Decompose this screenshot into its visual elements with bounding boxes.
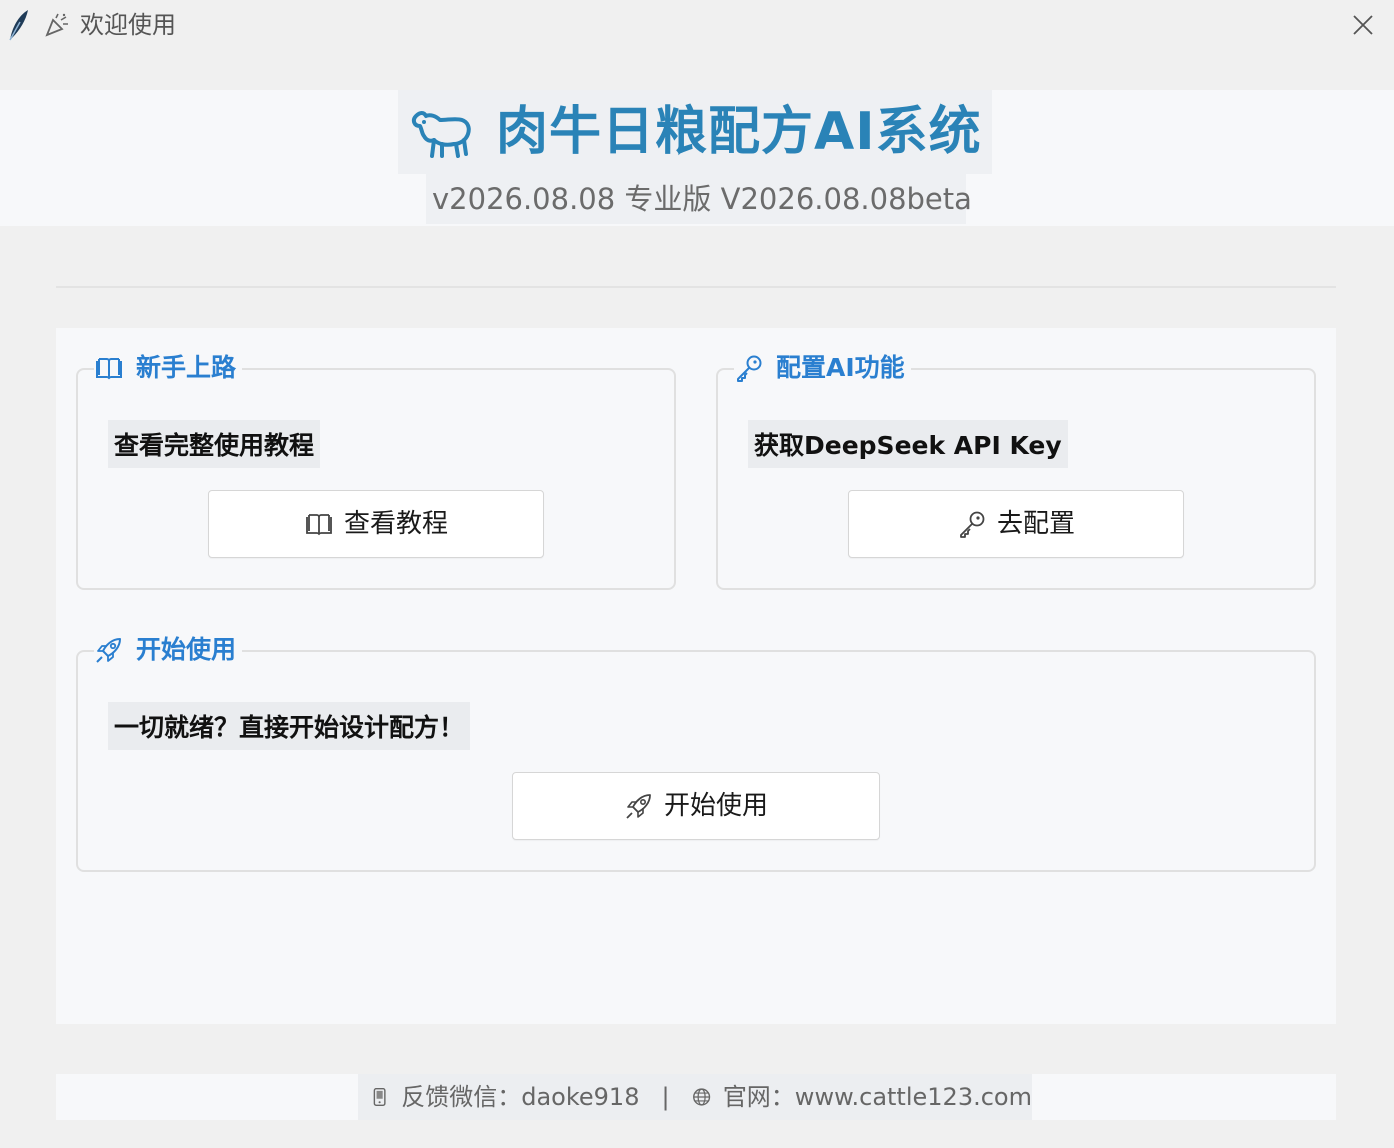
key-icon: [737, 355, 762, 382]
beginner-title-text: 新手上路: [136, 353, 237, 382]
footer-website[interactable]: 官网：www.cattle123.com: [723, 1082, 1032, 1112]
cow-icon: [411, 111, 471, 158]
group-start: 一切就绪？直接开始设计配方！ 开始使用: [76, 650, 1316, 872]
header-divider: [56, 286, 1336, 288]
title-block: 肉牛日粮配方AI系统: [398, 90, 992, 174]
view-tutorial-label: 查看教程: [343, 509, 448, 539]
rocket-icon: [626, 794, 651, 819]
key-icon: [960, 511, 985, 538]
ai-config-description: 获取DeepSeek API Key: [748, 420, 1068, 468]
footer-separator: |: [661, 1083, 670, 1111]
start-group-title: 开始使用: [94, 630, 243, 670]
header-band: 肉牛日粮配方AI系统 v2026.08.08 专业版 V2026.08.08be…: [0, 90, 1394, 226]
main-panel: 查看完整使用教程 查看教程 新手上路 获取DeepSeek API Key 去配…: [56, 328, 1336, 1024]
footer: 反馈微信：daoke918 | 官网：www.cattle123.com: [56, 1074, 1336, 1120]
start-using-label: 开始使用: [663, 791, 768, 821]
version-text: v2026.08.08 专业版 V2026.08.08beta: [432, 182, 972, 216]
group-ai-config: 获取DeepSeek API Key 去配置: [716, 368, 1316, 590]
view-tutorial-button[interactable]: 查看教程: [208, 490, 544, 558]
go-configure-button[interactable]: 去配置: [848, 490, 1184, 558]
close-button[interactable]: [1346, 8, 1380, 42]
book-icon: [96, 358, 122, 380]
rocket-icon: [96, 638, 121, 663]
start-description: 一切就绪？直接开始设计配方！: [108, 702, 471, 750]
start-using-button[interactable]: 开始使用: [512, 772, 880, 840]
feather-icon: [9, 10, 28, 41]
phone-icon: [373, 1087, 386, 1107]
app-title: 肉牛日粮配方AI系统: [496, 102, 982, 162]
start-title-text: 开始使用: [136, 635, 237, 664]
group-beginner: 查看完整使用教程 查看教程: [76, 368, 676, 590]
version-block: v2026.08.08 专业版 V2026.08.08beta: [426, 174, 972, 224]
book-icon: [306, 514, 332, 536]
window-title: 欢迎使用: [80, 11, 176, 39]
ai-config-group-title: 配置AI功能: [734, 348, 911, 388]
footer-contact: 反馈微信：daoke918 | 官网：www.cattle123.com: [358, 1074, 1032, 1120]
beginner-group-title: 新手上路: [94, 348, 243, 388]
party-popper-icon: [45, 13, 68, 37]
footer-wechat: 反馈微信：daoke918: [401, 1083, 640, 1111]
welcome-window: 欢迎使用 肉牛日粮配方AI系统 v2026.08.08 专业版 V2026.08…: [0, 0, 1394, 1148]
globe-icon: [692, 1088, 710, 1106]
ai-config-title-text: 配置AI功能: [776, 353, 905, 382]
go-configure-label: 去配置: [996, 509, 1075, 539]
close-icon: [1353, 15, 1373, 35]
title-bar: 欢迎使用: [0, 0, 1394, 50]
beginner-description: 查看完整使用教程: [108, 420, 321, 468]
